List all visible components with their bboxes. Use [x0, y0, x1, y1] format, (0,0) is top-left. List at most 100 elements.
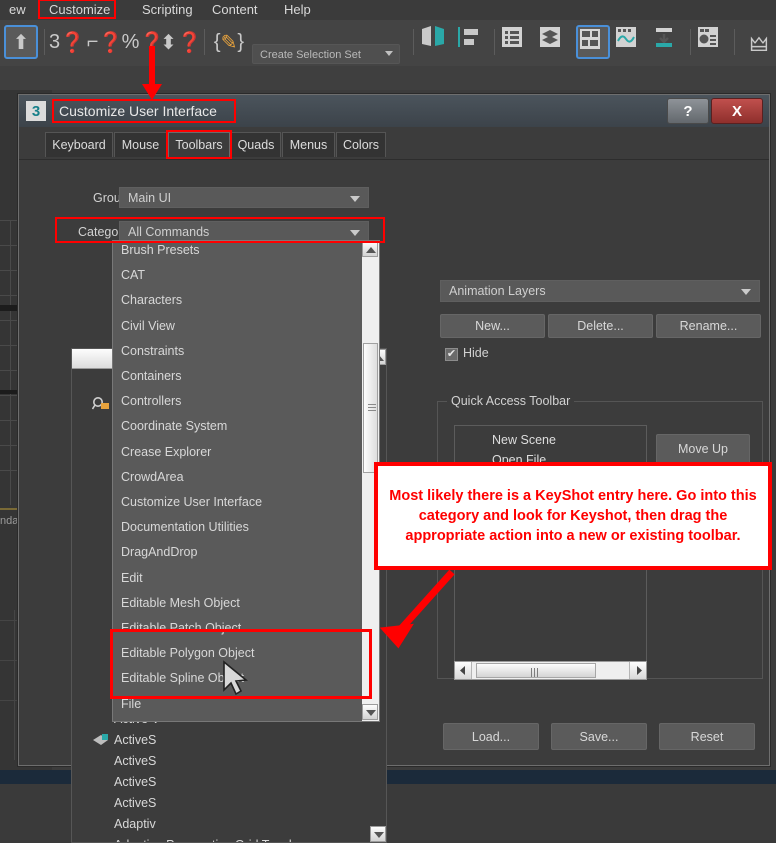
spinner-snap-icon[interactable]: ⬍❓: [164, 25, 198, 59]
category-dropdown-item-label: Characters: [121, 293, 182, 307]
category-dropdown-item-label: Coordinate System: [121, 419, 227, 433]
curve-editor-icon[interactable]: [614, 25, 648, 59]
named-selection-sets-icon[interactable]: {✎}: [212, 25, 246, 59]
tab-keyboard[interactable]: Keyboard: [45, 132, 113, 157]
help-button[interactable]: ?: [667, 98, 709, 124]
mirror-icon[interactable]: [420, 25, 454, 59]
hide-checkbox[interactable]: ✔: [445, 348, 458, 361]
render-setup-icon[interactable]: 🜲: [742, 25, 776, 59]
delete-button[interactable]: Delete...: [548, 314, 653, 338]
menu-item-help[interactable]: Help: [275, 0, 320, 20]
category-dropdown-item[interactable]: Controllers: [113, 389, 358, 414]
category-dropdown-item-label: Civil View: [121, 319, 175, 333]
dialog-title-bar[interactable]: 3 Customize User Interface ? X: [19, 95, 769, 128]
category-dropdown-item[interactable]: Containers: [113, 364, 358, 389]
activeshade-icon: [92, 732, 110, 749]
toolbar-separator: [204, 29, 205, 55]
toolbar-select[interactable]: Animation Layers: [440, 280, 760, 302]
annotation-callout: Most likely there is a KeyShot entry her…: [374, 462, 772, 570]
save-button[interactable]: Save...: [551, 723, 647, 750]
align-icon[interactable]: [456, 25, 490, 59]
load-button[interactable]: Load...: [443, 723, 539, 750]
material-editor-icon[interactable]: [696, 25, 730, 59]
category-dropdown-item[interactable]: Edit: [113, 566, 358, 591]
category-dropdown-item-label: Edit: [121, 571, 143, 585]
category-dropdown-item[interactable]: Editable Mesh Object: [113, 591, 358, 616]
toolbar-separator: [734, 29, 735, 55]
chevron-down-icon[interactable]: [741, 289, 751, 295]
action-list-item-label: ActiveS: [114, 754, 156, 768]
toolbar-separator: [690, 29, 691, 55]
toolbar-separator: [494, 29, 495, 55]
scene-explorer-icon[interactable]: [576, 25, 610, 59]
toolbar-separator: [44, 29, 45, 55]
menu-item-view[interactable]: ew: [0, 0, 35, 20]
chevron-down-icon[interactable]: [350, 196, 360, 202]
rename-button[interactable]: Rename...: [656, 314, 761, 338]
customize-menu-highlight: [38, 0, 116, 19]
annotation-text: Most likely there is a KeyShot entry her…: [386, 486, 760, 546]
category-dropdown-item[interactable]: Crease Explorer: [113, 440, 358, 465]
category-dropdown-item-label: Crease Explorer: [121, 445, 211, 459]
scroll-left-icon[interactable]: [455, 662, 472, 679]
group-select-value: Main UI: [128, 191, 171, 205]
scroll-down-icon[interactable]: [374, 832, 384, 838]
close-button[interactable]: X: [711, 98, 763, 124]
group-select[interactable]: Main UI: [119, 187, 369, 208]
category-dropdown-item[interactable]: Civil View: [113, 314, 358, 339]
reset-button[interactable]: Reset: [659, 723, 755, 750]
tab-colors[interactable]: Colors: [336, 132, 386, 157]
move-up-button[interactable]: Move Up: [656, 434, 750, 464]
qat-horizontal-scrollbar[interactable]: [454, 661, 647, 680]
menu-bar: ew Customize Scripting Content Help: [0, 0, 776, 20]
scroll-down-icon[interactable]: [366, 710, 376, 716]
scrollbar-thumb[interactable]: [476, 663, 596, 678]
category-dropdown-item[interactable]: CrowdArea: [113, 465, 358, 490]
category-dropdown-item-label: DragAndDrop: [121, 545, 197, 559]
scroll-right-icon[interactable]: [629, 662, 646, 679]
scrollbar-grip-icon: [531, 668, 540, 677]
category-dropdown-item[interactable]: Forest Pack: [113, 717, 358, 722]
toolbar-select-value: Animation Layers: [449, 284, 546, 298]
scroll-up-icon[interactable]: [366, 247, 376, 253]
chevron-down-icon[interactable]: [385, 51, 393, 56]
qat-list-item[interactable]: New Scene: [455, 430, 646, 450]
quick-access-toolbar-title: Quick Access Toolbar: [447, 394, 574, 408]
hide-checkbox-label: Hide: [463, 346, 489, 360]
angle-snap-icon[interactable]: ⌐❓: [88, 25, 122, 59]
menu-item-content[interactable]: Content: [203, 0, 267, 20]
tab-mouse[interactable]: Mouse: [114, 132, 167, 157]
layer-manager-icon[interactable]: [500, 25, 534, 59]
action-list-item[interactable]: Adaptive Perspective Grid Toggle: [72, 833, 372, 843]
category-dropdown-item[interactable]: Constraints: [113, 339, 358, 364]
category-dropdown-item[interactable]: Documentation Utilities: [113, 515, 358, 540]
select-object-icon[interactable]: ⬆: [4, 25, 38, 59]
action-list-item-label: Adaptive Perspective Grid Toggle: [114, 838, 299, 843]
category-dropdown-item[interactable]: Brush Presets: [113, 240, 358, 263]
tab-quads[interactable]: Quads: [231, 132, 281, 157]
dropdown-scroll-thumb[interactable]: [363, 343, 378, 473]
action-list-item-label: ActiveS: [114, 733, 156, 747]
category-dropdown-item-label: Brush Presets: [121, 243, 200, 257]
action-list-item-label: ActiveS: [114, 796, 156, 810]
layer-explorer-icon[interactable]: [538, 25, 572, 59]
percent-snap-icon[interactable]: %❓: [126, 25, 160, 59]
schematic-view-icon[interactable]: [652, 25, 686, 59]
category-dropdown-item[interactable]: DragAndDrop: [113, 540, 358, 565]
category-dropdown-item-label: CrowdArea: [121, 470, 184, 484]
category-dropdown-item[interactable]: Characters: [113, 288, 358, 313]
menu-item-scripting[interactable]: Scripting: [133, 0, 202, 20]
tab-menus[interactable]: Menus: [282, 132, 335, 157]
category-dropdown-item[interactable]: Coordinate System: [113, 414, 358, 439]
create-selection-set-input[interactable]: Create Selection Set: [252, 44, 400, 64]
category-dropdown-item[interactable]: Customize User Interface: [113, 490, 358, 515]
dialog-title-highlight: [52, 99, 236, 123]
new-button[interactable]: New...: [440, 314, 545, 338]
snaps-toggle-icon[interactable]: 3❓: [50, 25, 84, 59]
secondary-toolbar: [0, 66, 776, 91]
category-dropdown-item-label: Containers: [121, 369, 181, 383]
category-dropdown-item[interactable]: CAT: [113, 263, 358, 288]
category-row-highlight: [55, 217, 385, 243]
3dsmax-app-icon: 3: [26, 101, 46, 121]
qat-list-item-label: New Scene: [492, 433, 556, 447]
